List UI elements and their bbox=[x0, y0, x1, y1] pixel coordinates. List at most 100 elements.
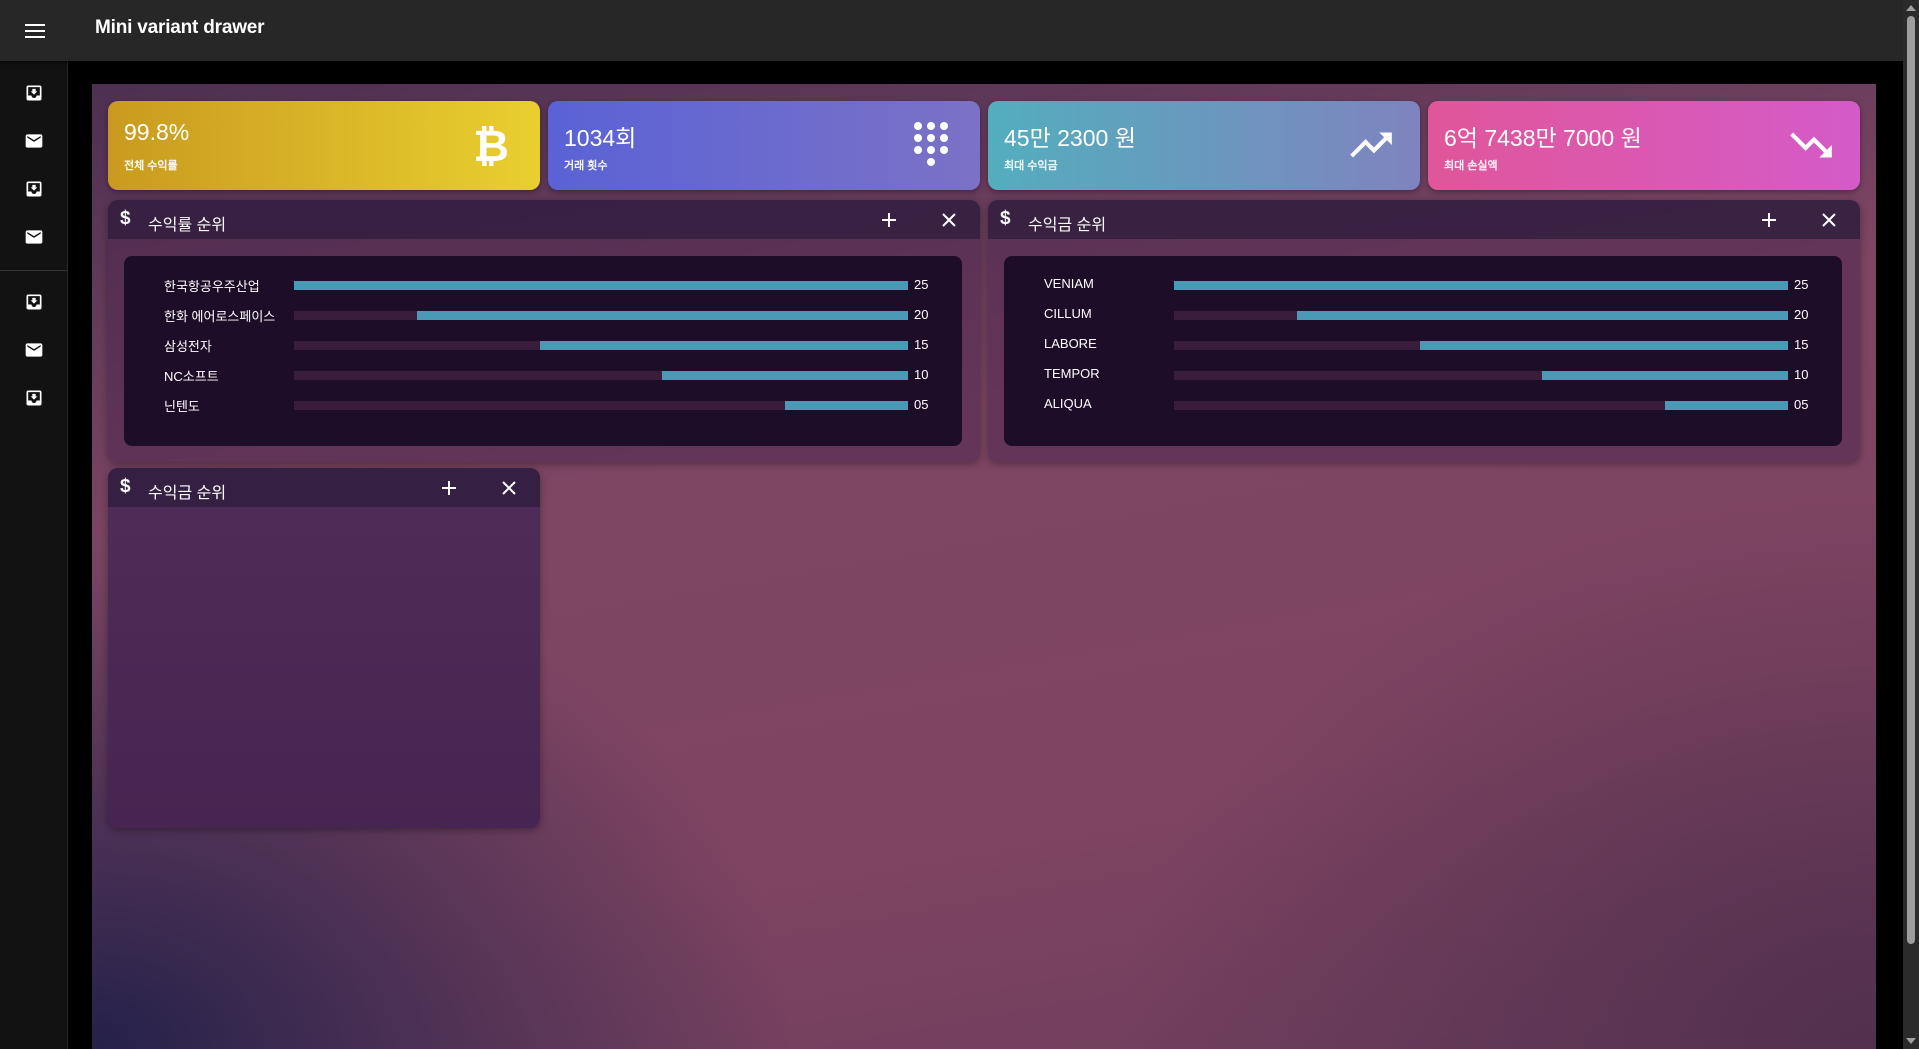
bar-track bbox=[1174, 341, 1788, 350]
bar-row: ALIQUA 05 bbox=[1004, 394, 1842, 414]
stat-value: 6억 7438만 7000 원 bbox=[1444, 125, 1642, 151]
plus-icon bbox=[882, 213, 896, 227]
add-button[interactable] bbox=[876, 207, 902, 233]
bar-value-label: 05 bbox=[914, 397, 929, 412]
bar-row: 닌텐도 05 bbox=[124, 394, 962, 414]
widget-header[interactable]: $ 수익금 순위 bbox=[108, 468, 540, 507]
drawer-item-inbox-3[interactable] bbox=[0, 282, 67, 322]
dollar-icon: $ bbox=[120, 476, 131, 497]
bar-category-label: 닌텐도 bbox=[164, 399, 200, 414]
bitcoin-icon: ₿ bbox=[473, 121, 509, 170]
drawer-item-inbox-4[interactable] bbox=[0, 378, 67, 418]
menu-button[interactable] bbox=[20, 16, 50, 46]
bar-row: TEMPOR 10 bbox=[1004, 364, 1842, 384]
bar-category-label: 한화 에어로스페이스 bbox=[164, 309, 276, 324]
bar-track bbox=[294, 371, 908, 380]
bar-track bbox=[294, 401, 908, 410]
stat-value: 1034회 bbox=[564, 125, 637, 151]
close-icon bbox=[502, 481, 516, 495]
stat-card-trade-count: 1034회 거래 횟수 bbox=[548, 101, 980, 190]
bar-category-label: 한국항공우주산업 bbox=[164, 279, 260, 294]
bar bbox=[417, 311, 908, 320]
drawer-divider bbox=[0, 270, 67, 271]
dollar-icon: $ bbox=[120, 208, 131, 229]
bar-category-label: ALIQUA bbox=[1044, 396, 1092, 411]
stat-label: 최대 수익금 bbox=[1004, 160, 1058, 172]
bar bbox=[294, 281, 908, 290]
widget-profit-ranking: $ 수익금 순위 VENIAM 25 CILLUM 20 LABORE 15 TEMPOR 1… bbox=[988, 200, 1860, 462]
scroll-down-arrow-icon[interactable] bbox=[1906, 1038, 1916, 1044]
dashboard-content: 99.8% 전체 수익률 ₿ 1034회 거래 횟수 45만 2300 원 최대… bbox=[92, 84, 1876, 1049]
vertical-scrollbar[interactable] bbox=[1903, 0, 1919, 1049]
bar bbox=[1665, 401, 1788, 410]
move-to-inbox-icon bbox=[26, 294, 41, 310]
bar-value-label: 20 bbox=[914, 307, 929, 322]
bar-value-label: 05 bbox=[1794, 397, 1809, 412]
drawer-item-inbox-2[interactable] bbox=[0, 169, 67, 209]
menu-icon bbox=[25, 24, 45, 38]
dollar-icon: $ bbox=[1000, 208, 1011, 229]
close-button[interactable] bbox=[1816, 207, 1842, 233]
move-to-inbox-icon bbox=[26, 390, 41, 406]
bar-track bbox=[294, 341, 908, 350]
plus-icon bbox=[442, 481, 456, 495]
widget-header[interactable]: $ 수익금 순위 bbox=[988, 200, 1860, 239]
close-icon bbox=[1822, 213, 1836, 227]
move-to-inbox-icon bbox=[26, 181, 41, 197]
bar-row: 한화 에어로스페이스 20 bbox=[124, 304, 962, 324]
app-bar: Mini variant drawer bbox=[0, 0, 1903, 61]
move-to-inbox-icon bbox=[26, 85, 41, 101]
drawer-item-mail-3[interactable] bbox=[0, 330, 67, 370]
bar-value-label: 25 bbox=[1794, 277, 1809, 292]
bar-row: VENIAM 25 bbox=[1004, 274, 1842, 294]
bar-category-label: CILLUM bbox=[1044, 306, 1092, 321]
stat-label: 거래 횟수 bbox=[564, 160, 608, 172]
bar-value-label: 10 bbox=[1794, 367, 1809, 382]
scroll-thumb[interactable] bbox=[1907, 16, 1915, 944]
stat-label: 최대 손실액 bbox=[1444, 160, 1498, 172]
bar-chart: 한국항공우주산업 25 한화 에어로스페이스 20 삼성전자 15 NC소프트 10 닌텐도 05 bbox=[124, 256, 962, 446]
svg-text:₿: ₿ bbox=[473, 121, 509, 170]
bar-row: CILLUM 20 bbox=[1004, 304, 1842, 324]
bar-row: 한국항공우주산업 25 bbox=[124, 274, 962, 294]
bar-track bbox=[294, 281, 908, 290]
bar-track bbox=[1174, 401, 1788, 410]
widget-title: 수익금 순위 bbox=[1028, 217, 1107, 234]
bar-category-label: NC소프트 bbox=[164, 369, 219, 384]
add-button[interactable] bbox=[436, 475, 462, 501]
bar-track bbox=[1174, 311, 1788, 320]
mini-drawer bbox=[0, 61, 68, 1049]
bar-category-label: TEMPOR bbox=[1044, 366, 1100, 381]
add-button[interactable] bbox=[1756, 207, 1782, 233]
stat-card-max-profit: 45만 2300 원 최대 수익금 bbox=[988, 101, 1420, 190]
bar-track bbox=[1174, 281, 1788, 290]
bar-track bbox=[1174, 371, 1788, 380]
bar-track bbox=[294, 311, 908, 320]
drawer-item-mail-2[interactable] bbox=[0, 217, 67, 257]
bar bbox=[1174, 281, 1788, 290]
mail-icon bbox=[25, 343, 42, 357]
bar-value-label: 20 bbox=[1794, 307, 1809, 322]
bar-row: LABORE 15 bbox=[1004, 334, 1842, 354]
bar-row: NC소프트 10 bbox=[124, 364, 962, 384]
scroll-up-arrow-icon[interactable] bbox=[1906, 5, 1916, 11]
widget-return-ranking: $ 수익률 순위 한국항공우주산업 25 한화 에어로스페이스 20 삼성전자 15 NC소… bbox=[108, 200, 980, 462]
stat-label: 전체 수익률 bbox=[124, 160, 178, 172]
mail-icon bbox=[25, 134, 42, 148]
stat-value: 99.8% bbox=[124, 119, 190, 145]
widget-title: 수익률 순위 bbox=[148, 217, 227, 234]
widget-header[interactable]: $ 수익률 순위 bbox=[108, 200, 980, 239]
drawer-item-inbox-1[interactable] bbox=[0, 73, 67, 113]
bar-value-label: 15 bbox=[914, 337, 929, 352]
stat-card-max-loss: 6억 7438만 7000 원 최대 손실액 bbox=[1428, 101, 1860, 190]
close-button[interactable] bbox=[496, 475, 522, 501]
bar-row: 삼성전자 15 bbox=[124, 334, 962, 354]
trending-up-icon bbox=[1350, 132, 1392, 158]
bar-category-label: LABORE bbox=[1044, 336, 1097, 351]
bar bbox=[1297, 311, 1788, 320]
close-button[interactable] bbox=[936, 207, 962, 233]
bar-value-label: 10 bbox=[914, 367, 929, 382]
dialpad-icon bbox=[914, 122, 948, 166]
drawer-item-mail-1[interactable] bbox=[0, 121, 67, 161]
widget-profit-ranking-empty: $ 수익금 순위 bbox=[108, 468, 540, 828]
